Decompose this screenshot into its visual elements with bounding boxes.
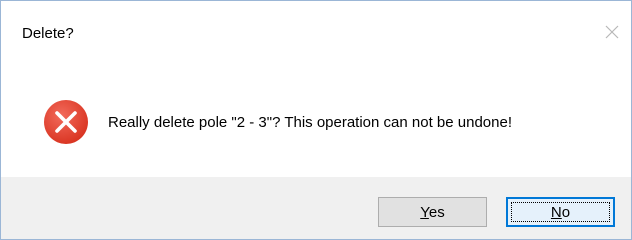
close-icon [605, 25, 619, 39]
close-button[interactable] [599, 19, 625, 45]
yes-accelerator: Y [420, 203, 429, 221]
delete-confirm-dialog: Delete? Really delete pole "2 - 3"? This… [0, 0, 632, 240]
no-button-label: No [551, 204, 570, 221]
no-accelerator: N [550, 203, 562, 221]
dialog-content: Really delete pole "2 - 3"? This operati… [1, 59, 631, 177]
yes-button-label: Yes [420, 204, 444, 221]
no-button[interactable]: No [506, 197, 615, 227]
dialog-titlebar: Delete? [1, 1, 631, 59]
yes-label-rest: es [428, 203, 445, 221]
error-icon [44, 100, 88, 144]
dialog-button-bar: Yes No [1, 177, 631, 239]
dialog-message: Really delete pole "2 - 3"? This operati… [108, 114, 512, 131]
no-label-rest: o [561, 203, 571, 221]
dialog-title: Delete? [22, 25, 74, 42]
yes-button[interactable]: Yes [378, 197, 487, 227]
